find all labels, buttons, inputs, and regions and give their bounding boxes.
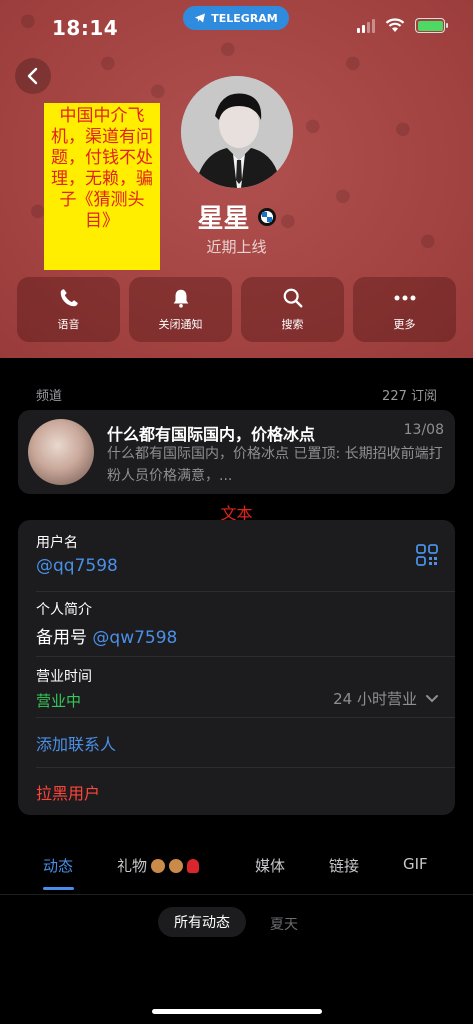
search-button[interactable]: 搜索 bbox=[241, 277, 344, 342]
channel-title: 什么都有国际国内，价格冰点 bbox=[107, 425, 316, 444]
more-icon bbox=[394, 295, 415, 301]
search-label: 搜索 bbox=[281, 318, 304, 331]
rose-icon bbox=[187, 858, 200, 873]
hours-value: 24 小时营业 bbox=[333, 690, 417, 708]
pattern-icon: ● bbox=[395, 118, 411, 139]
pattern-icon: ● bbox=[305, 115, 321, 136]
filter-all-posts[interactable]: 所有动态 bbox=[158, 907, 246, 937]
pattern-icon: ● bbox=[345, 52, 361, 73]
search-icon bbox=[283, 288, 302, 308]
channel-preview: 什么都有国际国内，价格冰点 已置顶: 长期招收前端打粉人员价格满意，... bbox=[107, 446, 443, 484]
bell-icon bbox=[173, 289, 188, 308]
bio-value: 备用号 @qw7598 bbox=[36, 623, 455, 648]
hours-label: 营业时间 bbox=[36, 669, 92, 685]
bio-label: 个人简介 bbox=[36, 602, 92, 618]
pattern-icon: ● bbox=[100, 52, 116, 73]
hours-row[interactable]: 营业时间 营业中 24 小时营业 bbox=[36, 666, 455, 718]
info-card: 用户名 @qq7598 个人简介 备用号 @qw7598 营业时间 营业中 24… bbox=[18, 520, 455, 815]
channel-subscribers: 227 订阅 bbox=[382, 389, 437, 404]
bio-row: 个人简介 备用号 @qw7598 bbox=[36, 599, 455, 657]
pattern-icon: ● bbox=[20, 10, 36, 31]
back-button[interactable] bbox=[15, 58, 51, 94]
teddy-bear-icon bbox=[151, 858, 166, 873]
chevron-left-icon bbox=[27, 67, 38, 85]
tab-gif[interactable]: GIF bbox=[403, 855, 428, 873]
telegram-plane-icon bbox=[195, 13, 206, 23]
tab-posts[interactable]: 动态 bbox=[43, 855, 73, 876]
channel-card[interactable]: 什么都有国际国内，价格冰点 13/08 什么都有国际国内，价格冰点 已置顶: 长… bbox=[18, 410, 455, 494]
filter-summer[interactable]: 夏天 bbox=[270, 914, 298, 934]
block-user-button[interactable]: 拉黑用户 bbox=[36, 780, 100, 804]
home-indicator bbox=[152, 1009, 322, 1014]
teddy-bear-icon bbox=[169, 858, 184, 873]
status-indicators bbox=[357, 18, 448, 33]
telegram-pill[interactable]: TELEGRAM bbox=[183, 6, 289, 30]
tab-gifts-label: 礼物 bbox=[117, 857, 148, 875]
mute-label: 关闭通知 bbox=[158, 318, 203, 331]
call-label: 语音 bbox=[57, 318, 80, 331]
more-label: 更多 bbox=[393, 318, 416, 331]
profile-actions: 语音 关闭通知 搜索 更多 bbox=[17, 277, 456, 342]
tab-links[interactable]: 链接 bbox=[329, 855, 359, 876]
tab-gifts[interactable]: 礼物 bbox=[117, 855, 200, 876]
bmw-logo-icon[interactable] bbox=[257, 207, 276, 226]
active-tab-indicator bbox=[43, 887, 74, 890]
profile-avatar[interactable] bbox=[181, 76, 293, 188]
cellular-signal-icon bbox=[357, 18, 375, 33]
block-user-row[interactable]: 拉黑用户 bbox=[36, 768, 455, 815]
tabs-divider bbox=[0, 894, 473, 895]
profile-status: 近期上线 bbox=[206, 238, 267, 256]
more-button[interactable]: 更多 bbox=[353, 277, 456, 342]
profile-name-row: 星星 bbox=[0, 198, 473, 235]
bio-text: 备用号 bbox=[36, 628, 87, 648]
status-time: 18:14 bbox=[52, 16, 119, 40]
call-button[interactable]: 语音 bbox=[17, 277, 120, 342]
username-label: 用户名 bbox=[36, 535, 78, 551]
pattern-icon: ● bbox=[220, 38, 236, 59]
channel-date: 13/08 bbox=[403, 422, 444, 438]
profile-name: 星星 bbox=[197, 204, 250, 234]
hours-value-wrap[interactable]: 24 小时营业 bbox=[333, 688, 439, 709]
phone-icon bbox=[60, 289, 78, 307]
bio-link[interactable]: @qw7598 bbox=[92, 628, 177, 648]
telegram-pill-label: TELEGRAM bbox=[211, 11, 278, 25]
battery-icon bbox=[415, 18, 448, 33]
username-row[interactable]: 用户名 @qq7598 bbox=[36, 532, 455, 592]
qr-code-icon[interactable] bbox=[416, 544, 438, 566]
channel-avatar bbox=[28, 419, 94, 485]
tab-media[interactable]: 媒体 bbox=[255, 855, 285, 876]
mute-button[interactable]: 关闭通知 bbox=[129, 277, 232, 342]
media-tabs: 动态 礼物 媒体 链接 GIF bbox=[0, 855, 473, 895]
person-portrait-icon bbox=[181, 76, 293, 188]
channel-section-label: 频道 bbox=[36, 389, 63, 404]
username-value[interactable]: @qq7598 bbox=[36, 556, 455, 576]
wifi-icon bbox=[385, 18, 405, 32]
chevron-down-icon bbox=[426, 694, 438, 702]
pattern-icon: ● bbox=[150, 80, 166, 101]
add-contact-button[interactable]: 添加联系人 bbox=[36, 731, 116, 755]
add-contact-row[interactable]: 添加联系人 bbox=[36, 719, 455, 768]
